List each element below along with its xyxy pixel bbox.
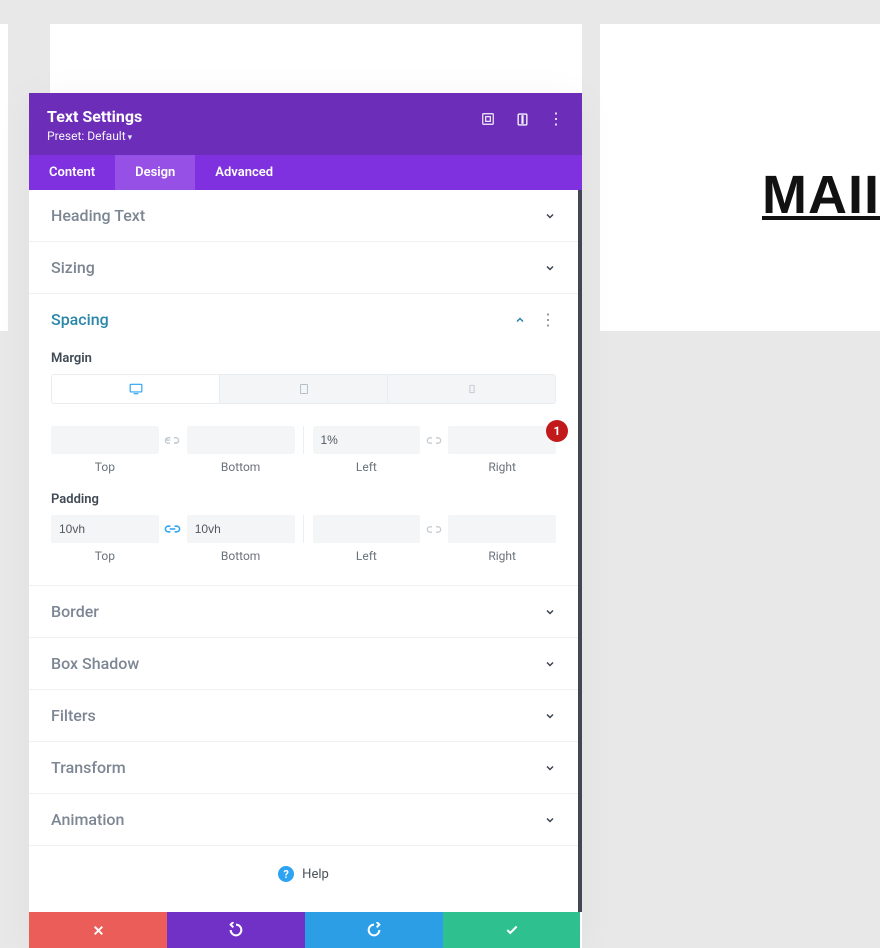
section-box-shadow[interactable]: Box Shadow bbox=[29, 638, 578, 690]
margin-bottom-input[interactable] bbox=[187, 426, 295, 454]
preset-label: Preset: Default bbox=[47, 129, 126, 143]
help-icon: ? bbox=[278, 866, 294, 882]
caption-left: Left bbox=[313, 458, 421, 474]
section-spacing[interactable]: Spacing ⋮ bbox=[29, 294, 578, 345]
caption-top: Top bbox=[51, 547, 159, 563]
canvas-column-left bbox=[0, 24, 8, 331]
caption-bottom: Bottom bbox=[187, 458, 295, 474]
settings-modal: Text Settings Preset: Default▾ ⋮ Content… bbox=[29, 93, 582, 948]
section-transform[interactable]: Transform bbox=[29, 742, 578, 794]
caption-right: Right bbox=[448, 458, 556, 474]
modal-header-left: Text Settings Preset: Default▾ bbox=[47, 107, 142, 143]
undo-button[interactable] bbox=[167, 912, 305, 948]
margin-left-input[interactable] bbox=[313, 426, 421, 454]
kebab-menu-icon[interactable]: ⋮ bbox=[548, 111, 564, 127]
divider bbox=[303, 426, 304, 454]
caption-left: Left bbox=[313, 547, 421, 563]
section-animation[interactable]: Animation bbox=[29, 794, 578, 846]
chevron-down-icon bbox=[544, 210, 556, 222]
chevron-down-icon bbox=[544, 658, 556, 670]
modal-header-actions: ⋮ bbox=[480, 107, 564, 127]
section-filters[interactable]: Filters bbox=[29, 690, 578, 742]
section-spacing-label: Spacing bbox=[51, 310, 109, 329]
section-heading-text-label: Heading Text bbox=[51, 206, 145, 225]
link-padding-tb-icon[interactable] bbox=[159, 515, 187, 543]
cancel-button[interactable] bbox=[29, 912, 167, 948]
caption-top: Top bbox=[51, 458, 159, 474]
margin-right-input[interactable] bbox=[448, 426, 556, 454]
canvas-column-right: MAII bbox=[600, 24, 880, 331]
link-margin-tb-icon[interactable] bbox=[159, 426, 187, 454]
section-sizing-label: Sizing bbox=[51, 258, 95, 277]
annotation-marker-1: 1 bbox=[546, 420, 568, 442]
preview-heading: MAII bbox=[600, 164, 880, 226]
tab-content[interactable]: Content bbox=[29, 155, 115, 190]
section-transform-label: Transform bbox=[51, 758, 126, 777]
section-filters-label: Filters bbox=[51, 706, 96, 725]
chevron-down-icon bbox=[544, 814, 556, 826]
chevron-up-icon bbox=[514, 314, 526, 326]
save-button[interactable] bbox=[443, 912, 580, 948]
margin-inputs: Top Bottom Left Right 1 bbox=[51, 426, 556, 474]
device-tab-phone[interactable] bbox=[388, 375, 555, 403]
redo-button[interactable] bbox=[305, 912, 443, 948]
chevron-down-icon bbox=[544, 606, 556, 618]
chevron-down-icon: ▾ bbox=[128, 133, 133, 143]
padding-inputs: Top Bottom Left Right bbox=[51, 515, 556, 563]
chevron-down-icon bbox=[544, 710, 556, 722]
section-border[interactable]: Border bbox=[29, 586, 578, 638]
section-border-label: Border bbox=[51, 602, 99, 621]
section-sizing[interactable]: Sizing bbox=[29, 242, 578, 294]
tab-design[interactable]: Design bbox=[115, 155, 195, 190]
spacing-body: Margin bbox=[29, 351, 578, 586]
padding-bottom-input[interactable] bbox=[187, 515, 295, 543]
tab-advanced[interactable]: Advanced bbox=[195, 155, 293, 190]
expand-icon[interactable] bbox=[480, 111, 496, 127]
settings-panel: Heading Text Sizing Spacing ⋮ Margin bbox=[29, 190, 582, 912]
section-kebab-icon[interactable]: ⋮ bbox=[540, 310, 556, 329]
caption-bottom: Bottom bbox=[187, 547, 295, 563]
padding-top-input[interactable] bbox=[51, 515, 159, 543]
preset-selector[interactable]: Preset: Default▾ bbox=[47, 129, 142, 143]
chevron-down-icon bbox=[544, 262, 556, 274]
margin-label: Margin bbox=[51, 351, 556, 366]
help-label: Help bbox=[302, 867, 329, 882]
margin-top-input[interactable] bbox=[51, 426, 159, 454]
section-animation-label: Animation bbox=[51, 810, 124, 829]
link-margin-lr-icon[interactable] bbox=[420, 426, 448, 454]
padding-left-input[interactable] bbox=[313, 515, 421, 543]
modal-footer bbox=[29, 912, 582, 948]
device-tabs bbox=[51, 374, 556, 404]
padding-right-input[interactable] bbox=[448, 515, 556, 543]
divider bbox=[303, 515, 304, 543]
chevron-down-icon bbox=[544, 762, 556, 774]
device-tab-tablet[interactable] bbox=[220, 375, 387, 403]
modal-header: Text Settings Preset: Default▾ ⋮ bbox=[29, 93, 582, 155]
modal-title: Text Settings bbox=[47, 107, 142, 126]
responsive-toggle-icon[interactable] bbox=[514, 111, 530, 127]
link-padding-lr-icon[interactable] bbox=[420, 515, 448, 543]
padding-label: Padding bbox=[51, 492, 556, 507]
settings-tabs: Content Design Advanced bbox=[29, 155, 582, 190]
section-box-shadow-label: Box Shadow bbox=[51, 654, 139, 673]
help-link[interactable]: ? Help bbox=[29, 846, 578, 912]
caption-right: Right bbox=[448, 547, 556, 563]
device-tab-desktop[interactable] bbox=[52, 375, 219, 403]
section-heading-text[interactable]: Heading Text bbox=[29, 190, 578, 242]
